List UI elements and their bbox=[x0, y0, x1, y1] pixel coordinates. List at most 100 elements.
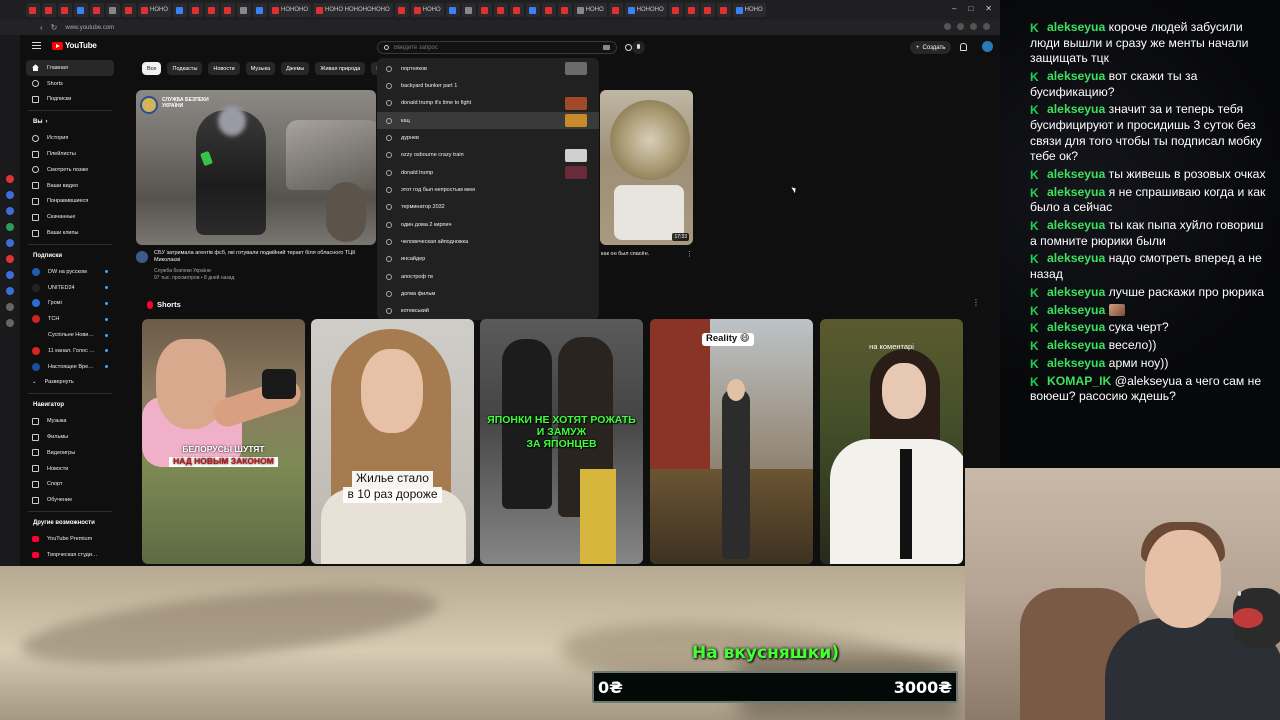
sidebar-app-icon[interactable] bbox=[6, 319, 14, 327]
keyboard-icon[interactable] bbox=[603, 45, 610, 50]
video-title[interactable]: как он был спасён. bbox=[601, 251, 649, 257]
search-suggestion[interactable]: backyard bunker part 1 bbox=[377, 77, 599, 94]
sidebar-app-icon[interactable] bbox=[6, 191, 14, 199]
sidebar-channel[interactable]: DW на русском bbox=[20, 264, 120, 280]
chat-username[interactable]: alekseyua bbox=[1030, 285, 1105, 299]
instagram-icon[interactable] bbox=[6, 255, 14, 263]
browser-tab[interactable] bbox=[477, 3, 492, 17]
search-suggestion[interactable]: котевський bbox=[377, 303, 599, 320]
filter-chip[interactable]: Новости bbox=[208, 62, 240, 75]
browser-tab[interactable]: НОНО bbox=[732, 3, 766, 17]
video-thumbnail[interactable]: СЛУЖБА БЕЗПЕКИ УКРАЇНИ bbox=[136, 90, 376, 245]
search-suggestion[interactable]: этот год был непростым мем bbox=[377, 181, 599, 198]
youtube-logo[interactable]: YouTube bbox=[52, 41, 97, 50]
sidebar-item[interactable]: Видеоигры bbox=[20, 445, 120, 461]
sidebar-channel[interactable]: Громі bbox=[20, 296, 120, 312]
sidebar-item[interactable]: Обучение bbox=[20, 492, 120, 508]
search-suggestion[interactable]: портняков bbox=[377, 60, 599, 77]
sidebar-item[interactable]: Музыка bbox=[20, 413, 120, 429]
chat-username[interactable]: alekseyua bbox=[1030, 20, 1105, 34]
sidebar-app-icon[interactable] bbox=[6, 287, 14, 295]
sidebar-item[interactable]: Понравившиеся bbox=[20, 194, 120, 210]
browser-tab[interactable] bbox=[509, 3, 524, 17]
filter-chip[interactable]: Джемы bbox=[281, 62, 310, 75]
chat-username[interactable]: alekseyua bbox=[1030, 185, 1105, 199]
browser-tab[interactable] bbox=[122, 3, 136, 17]
sidebar-item[interactable]: Спорт bbox=[20, 477, 120, 493]
sidebar-item[interactable]: Фильмы bbox=[20, 429, 120, 445]
voice-search-button[interactable] bbox=[632, 41, 645, 54]
sidebar-item[interactable]: Подписки bbox=[20, 92, 120, 108]
browser-tab[interactable] bbox=[26, 3, 40, 17]
browser-tab[interactable] bbox=[237, 3, 251, 17]
browser-tab[interactable] bbox=[42, 3, 56, 17]
short-card[interactable]: ЯПОНКИ НЕ ХОТЯТ РОЖАТЬ И ЗАМУЖ ЗА ЯПОНЦЕ… bbox=[480, 319, 643, 564]
whatsapp-icon[interactable] bbox=[6, 223, 14, 231]
filter-chip[interactable]: Подкасты bbox=[167, 62, 203, 75]
create-button[interactable]: + Создать bbox=[910, 41, 952, 54]
sidebar-item[interactable]: YouTube Premium bbox=[20, 531, 120, 547]
filter-chip[interactable]: Музыка bbox=[245, 62, 276, 75]
search-suggestion[interactable]: человеческая айподножка bbox=[377, 233, 599, 250]
browser-tab[interactable] bbox=[700, 3, 715, 17]
browser-tab[interactable] bbox=[90, 3, 104, 17]
browser-tab[interactable] bbox=[608, 3, 623, 17]
chat-username[interactable]: alekseyua bbox=[1030, 167, 1105, 181]
chat-username[interactable]: alekseyua bbox=[1030, 69, 1105, 83]
filter-chip[interactable]: Все bbox=[142, 62, 162, 75]
browser-tab[interactable] bbox=[106, 3, 120, 17]
sidebar-item[interactable]: Плейлисты bbox=[20, 146, 120, 162]
browser-tab[interactable]: НОНОНО bbox=[624, 3, 667, 17]
close-icon[interactable]: ✕ bbox=[985, 4, 992, 13]
back-icon[interactable]: ‹ bbox=[40, 23, 43, 32]
chat-username[interactable]: KOMAP_IK bbox=[1030, 374, 1111, 388]
short-card[interactable]: Жилье стало в 10 раз дороже bbox=[311, 319, 474, 564]
browser-tab[interactable]: НОНО bbox=[410, 3, 444, 17]
browser-tab[interactable] bbox=[74, 3, 88, 17]
reload-icon[interactable]: ↻ bbox=[51, 23, 58, 32]
search-suggestion[interactable]: терминатор 2032 bbox=[377, 199, 599, 216]
browser-tab[interactable] bbox=[461, 3, 476, 17]
chat-username[interactable]: alekseyua bbox=[1030, 218, 1105, 232]
browser-tab[interactable] bbox=[525, 3, 540, 17]
sidebar-app-icon[interactable] bbox=[6, 207, 14, 215]
extension-icon[interactable] bbox=[970, 23, 977, 30]
channel-avatar[interactable] bbox=[136, 251, 148, 263]
chat-username[interactable]: alekseyua bbox=[1030, 303, 1105, 317]
sidebar-item[interactable]: Творческая студи… bbox=[20, 547, 120, 563]
url-field[interactable]: www.youtube.com bbox=[65, 25, 114, 31]
browser-tab[interactable] bbox=[445, 3, 460, 17]
search-suggestion[interactable]: ozzy osbourne crazy train bbox=[377, 147, 599, 164]
search-suggestion[interactable]: donald trump bbox=[377, 164, 599, 181]
browser-tab[interactable]: НОНОНО bbox=[269, 3, 311, 17]
browser-tab[interactable] bbox=[205, 3, 219, 17]
search-suggestion[interactable]: инсайдер bbox=[377, 251, 599, 268]
sidebar-channel[interactable]: Суспільне Нови… bbox=[20, 327, 120, 343]
sidebar-app-icon[interactable] bbox=[6, 303, 14, 311]
browser-tab[interactable] bbox=[541, 3, 556, 17]
sidebar-item[interactable]: Новости bbox=[20, 461, 120, 477]
sidebar-item[interactable]: История bbox=[20, 130, 120, 146]
minimize-icon[interactable]: – bbox=[952, 4, 956, 13]
chat-username[interactable]: alekseyua bbox=[1030, 356, 1105, 370]
filter-chip[interactable]: Живая природа bbox=[315, 62, 366, 75]
video-thumbnail[interactable]: 17:33 bbox=[600, 90, 693, 245]
browser-tab[interactable] bbox=[173, 3, 187, 17]
browser-tab[interactable] bbox=[253, 3, 267, 17]
sidebar-item[interactable]: Ваши клипы bbox=[20, 225, 120, 241]
extension-icon[interactable] bbox=[983, 23, 990, 30]
browser-tab[interactable] bbox=[493, 3, 508, 17]
short-card[interactable]: БЕЛОРУСЫ ШУТЯТ НАД НОВЫМ ЗАКОНОМ bbox=[142, 319, 305, 564]
sidebar-section-you[interactable]: Вы › bbox=[20, 114, 120, 130]
search-suggestion[interactable]: один дома 2 кирпич bbox=[377, 216, 599, 233]
chat-username[interactable]: alekseyua bbox=[1030, 320, 1105, 334]
search-suggestion[interactable]: кац bbox=[377, 112, 599, 130]
maximize-icon[interactable]: □ bbox=[968, 4, 973, 13]
sidebar-item[interactable]: Смотреть позже bbox=[20, 162, 120, 178]
sidebar-app-icon[interactable] bbox=[6, 175, 14, 183]
sidebar-channel[interactable]: UNITED24 bbox=[20, 280, 120, 296]
sidebar-item[interactable]: Главная bbox=[26, 60, 114, 76]
browser-tab[interactable]: НОНО bbox=[138, 3, 171, 17]
sidebar-item[interactable]: Ваши видео bbox=[20, 178, 120, 194]
sidebar-item[interactable]: Скачанные bbox=[20, 209, 120, 225]
